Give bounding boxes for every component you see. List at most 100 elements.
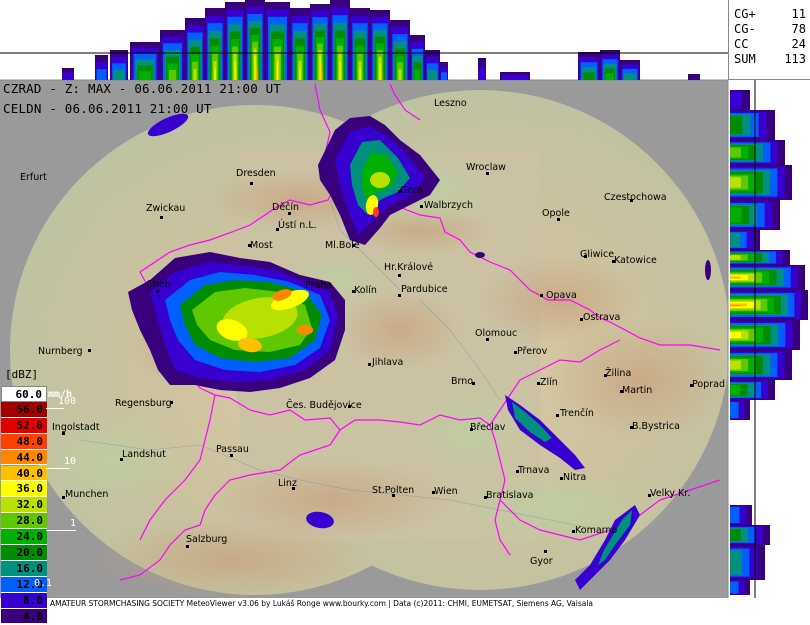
footer-credits: AMATEUR STORMCHASING SOCIETY MeteoViewer… — [50, 599, 594, 608]
profile-bar — [234, 61, 236, 80]
legend-entry: 20.0 — [1, 545, 47, 561]
city-marker — [420, 205, 423, 208]
city-label: Břeclav — [470, 422, 506, 433]
city-marker — [516, 470, 519, 473]
legend-entry: 16.0 — [1, 560, 47, 577]
profile-bar — [730, 116, 743, 134]
profile-bar — [414, 69, 421, 80]
rain-rate-label: 1 — [70, 518, 77, 529]
city-label: Praha — [305, 280, 333, 291]
profile-bar — [730, 385, 741, 395]
profile-bar — [730, 360, 741, 370]
profile-bar — [169, 70, 176, 80]
city-marker — [432, 491, 435, 494]
city-label: Brno — [451, 376, 474, 387]
rain-rate-label: 0.1 — [34, 578, 53, 589]
city-marker — [690, 384, 693, 387]
profile-bar — [730, 305, 741, 306]
legend-entry: 4.0 — [1, 608, 47, 625]
city-marker — [398, 274, 401, 277]
profile-bar — [623, 73, 637, 80]
legend-entry: 48.0 — [1, 433, 47, 450]
city-label: Zlín — [540, 377, 558, 388]
city-marker — [250, 182, 253, 185]
city-marker — [540, 294, 543, 297]
legend-entry: 52.0 — [1, 417, 47, 434]
city-marker — [560, 477, 563, 480]
profile-bar — [277, 61, 278, 80]
city-marker — [537, 382, 540, 385]
city-marker — [486, 172, 489, 175]
stat-value: 24 — [791, 37, 806, 51]
city-marker — [288, 212, 291, 215]
echo-cell — [370, 172, 390, 188]
city-label: Leszno — [434, 98, 467, 109]
city-marker — [544, 550, 547, 553]
profile-bar — [62, 72, 74, 80]
profile-bar — [113, 70, 125, 80]
city-marker — [486, 338, 489, 341]
stat-row-sum: SUM 113 — [734, 52, 806, 66]
city-marker — [648, 494, 651, 497]
city-marker — [572, 530, 575, 533]
city-marker — [630, 199, 633, 202]
profile-bar — [214, 68, 216, 80]
profile-bar — [730, 550, 742, 575]
city-label: Kolín — [354, 285, 377, 296]
city-label: Zwickau — [146, 203, 186, 214]
stat-value: 78 — [791, 22, 806, 36]
profile-bar — [359, 68, 361, 80]
profile-bar — [440, 72, 448, 80]
profile-bar — [501, 75, 529, 80]
city-label: Děčín — [272, 202, 300, 213]
profile-bar — [139, 71, 151, 80]
legend-entry: 44.0 — [1, 449, 47, 466]
profile-bar — [730, 233, 740, 247]
right-profile-panel — [730, 90, 808, 595]
profile-bar — [299, 68, 301, 80]
city-label: Žilina — [605, 368, 632, 379]
legend-entry: 32.0 — [1, 497, 47, 514]
profile-bar — [193, 69, 197, 80]
stat-key: SUM — [734, 52, 756, 66]
rain-rate-tick — [46, 408, 64, 409]
city-label: Landshut — [122, 449, 166, 460]
profile-bar — [730, 529, 741, 541]
lightning-product-label: CELDN - 06.06.2011 21:00 UT — [3, 101, 212, 116]
top-profile-panel — [62, 0, 700, 81]
legend-entry: 40.0 — [1, 465, 47, 482]
city-marker — [62, 496, 65, 499]
city-label: Munchen — [65, 489, 109, 500]
city-marker — [584, 255, 587, 258]
city-marker — [368, 363, 371, 366]
profile-bar — [730, 507, 740, 523]
profile-bar — [730, 276, 741, 279]
profile-bar — [398, 69, 402, 80]
echo-cell — [373, 207, 379, 217]
stat-row-cc: CC 24 — [734, 37, 806, 51]
legend-entry: 28.0 — [1, 513, 47, 530]
city-label: Wien — [434, 486, 458, 497]
city-marker — [604, 374, 607, 377]
city-marker — [484, 496, 487, 499]
city-marker — [352, 290, 355, 293]
profile-bar — [340, 68, 342, 80]
city-marker — [620, 390, 623, 393]
city-marker — [156, 290, 159, 293]
profile-bar — [380, 70, 382, 80]
city-label: Ústí n.L. — [278, 220, 317, 231]
city-label: Pardubice — [401, 284, 448, 295]
legend-title: [dBZ] — [5, 368, 39, 381]
city-marker — [186, 545, 189, 548]
profile-bar — [730, 91, 742, 109]
profile-bar — [235, 68, 237, 80]
stat-key: CG- — [734, 22, 756, 36]
city-label: Cheb — [146, 279, 171, 290]
city-label: Nurnberg — [38, 346, 83, 357]
city-label: Czestochowa — [604, 192, 667, 203]
city-label: B.Bystrica — [632, 421, 680, 432]
city-label: Opole — [542, 208, 570, 219]
profile-bar — [257, 69, 258, 80]
stat-value: 113 — [784, 52, 806, 66]
city-marker — [88, 349, 91, 352]
